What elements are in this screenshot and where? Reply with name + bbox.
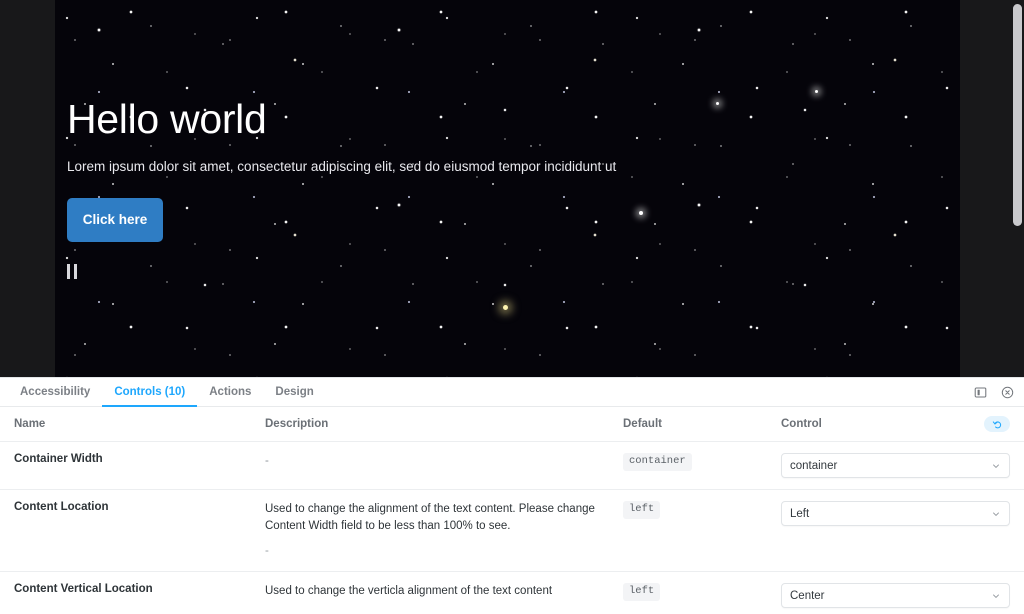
story-preview-canvas: Hello world Lorem ipsum dolor sit amet, … — [0, 0, 1024, 377]
hero-title: Hello world — [67, 96, 267, 143]
column-header-default: Default — [623, 407, 781, 442]
control-widget-cell: Center — [781, 571, 1024, 614]
control-description: Used to change the verticla alignment of… — [265, 571, 623, 614]
control-default-value: left — [623, 501, 661, 519]
controls-table: Name Description Default Control Contain… — [0, 407, 1024, 614]
hero-cta-button[interactable]: Click here — [67, 197, 163, 242]
control-description-text: Used to change the alignment of the text… — [265, 503, 595, 532]
addon-panel-actions — [972, 378, 1016, 407]
panel-layout-icon[interactable] — [972, 384, 989, 401]
control-description: - — [265, 441, 623, 490]
content-vertical-location-select-value: Center — [790, 589, 825, 602]
control-default-value: left — [623, 583, 661, 601]
addon-panel: Accessibility Controls (10) Actions Desi… — [0, 377, 1024, 614]
control-default-value: container — [623, 453, 692, 471]
column-header-name: Name — [0, 407, 265, 442]
chevron-down-icon — [991, 461, 1001, 471]
content-location-select-value: Left — [790, 507, 810, 520]
addon-tab-bar: Accessibility Controls (10) Actions Desi… — [0, 378, 1024, 407]
column-header-control-label: Control — [781, 418, 822, 430]
tab-accessibility[interactable]: Accessibility — [8, 378, 102, 406]
control-name: Container Width — [0, 441, 265, 490]
column-header-description: Description — [265, 407, 623, 442]
control-widget-cell: Left — [781, 489, 1024, 573]
content-vertical-location-select[interactable]: Center — [781, 583, 1010, 609]
undo-reset-icon[interactable] — [984, 416, 1010, 432]
container-width-select-value: container — [790, 459, 838, 472]
control-description: Used to change the alignment of the text… — [265, 489, 623, 573]
hero-banner: Hello world Lorem ipsum dolor sit amet, … — [55, 0, 960, 377]
column-header-control: Control — [781, 407, 1024, 442]
controls-table-header-row: Name Description Default Control — [0, 407, 1024, 442]
storybook-root: Hello world Lorem ipsum dolor sit amet, … — [0, 0, 1024, 614]
control-name: Content Vertical Location — [0, 571, 265, 614]
close-circle-icon[interactable] — [999, 384, 1016, 401]
control-widget-cell: container — [781, 441, 1024, 490]
control-default: left — [623, 571, 781, 614]
control-description-dash: - — [265, 455, 269, 467]
table-row: Content Location Used to change the alig… — [0, 489, 1024, 573]
chevron-down-icon — [991, 509, 1001, 519]
chevron-down-icon — [991, 591, 1001, 601]
control-description-dash: - — [265, 609, 605, 614]
tab-actions[interactable]: Actions — [197, 378, 263, 406]
control-default: left — [623, 489, 781, 573]
control-name: Content Location — [0, 489, 265, 573]
controls-table-wrapper: Name Description Default Control Contain… — [0, 407, 1024, 614]
preview-scrollbar-thumb[interactable] — [1013, 4, 1022, 226]
hero-subtitle: Lorem ipsum dolor sit amet, consectetur … — [67, 159, 617, 175]
table-row: Content Vertical Location Used to change… — [0, 571, 1024, 614]
control-description-text: Used to change the verticla alignment of… — [265, 585, 553, 598]
bright-star — [715, 101, 719, 105]
control-description-dash: - — [265, 545, 269, 558]
tab-design[interactable]: Design — [263, 378, 325, 406]
content-location-select[interactable]: Left — [781, 501, 1010, 526]
container-width-select[interactable]: container — [781, 453, 1010, 478]
tab-controls[interactable]: Controls (10) — [102, 378, 198, 407]
table-row: Container Width - container container — [0, 441, 1024, 490]
control-default: container — [623, 441, 781, 490]
pause-icon[interactable] — [67, 264, 89, 280]
preview-scrollbar[interactable] — [1013, 2, 1022, 375]
hero-content: Hello world Lorem ipsum dolor sit amet, … — [67, 0, 707, 377]
